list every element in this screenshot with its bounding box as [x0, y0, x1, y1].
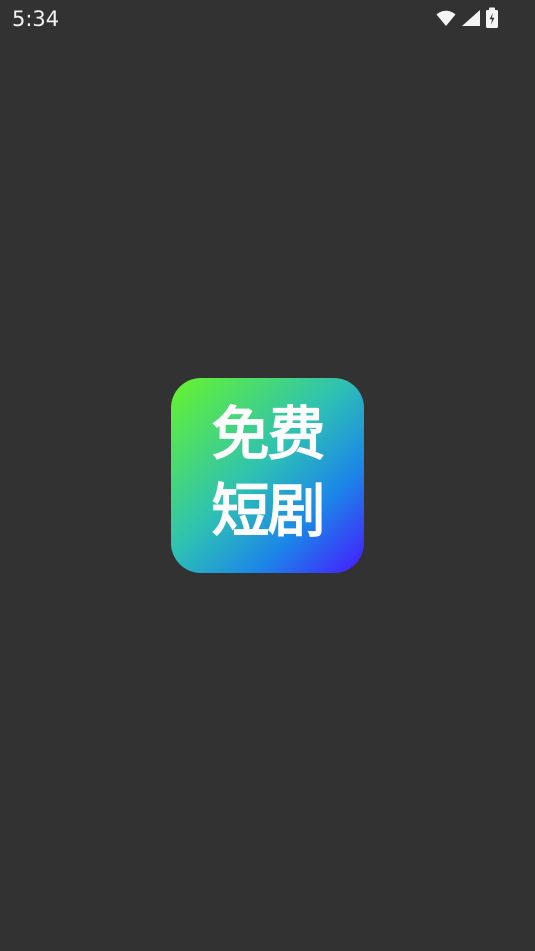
signal-icon: [461, 9, 481, 27]
battery-icon: [485, 7, 499, 29]
status-bar: 5:34: [0, 0, 535, 38]
wifi-icon: [435, 9, 457, 27]
status-icons: [435, 7, 499, 29]
app-icon-container: 免费 短剧: [171, 378, 364, 573]
status-time: 5:34: [12, 7, 60, 31]
app-icon-title-line-1: 免费: [211, 400, 325, 468]
app-icon-title-line-2: 短剧: [211, 477, 325, 545]
app-icon: 免费 短剧: [171, 378, 364, 573]
